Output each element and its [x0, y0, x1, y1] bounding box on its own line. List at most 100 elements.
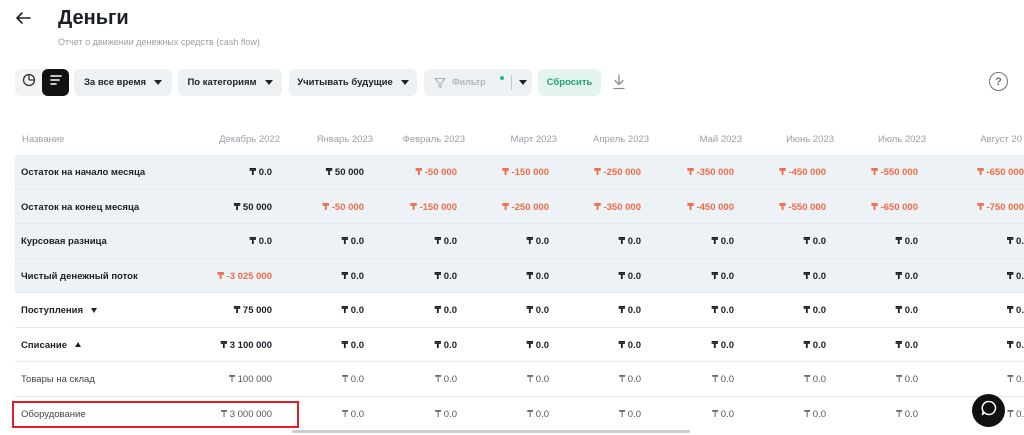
row-cell: ₸ 0.0: [341, 339, 364, 351]
chat-bubble-icon: [980, 399, 998, 422]
view-toggle: [15, 69, 69, 96]
row-cell: ₸ 0.0: [249, 236, 272, 247]
row-name: Остаток на конец месяца: [21, 201, 140, 213]
row-cell: ₸ 0.0: [341, 236, 364, 247]
row-cell: ₸ -150 000: [410, 201, 457, 213]
table-row[interactable]: Списание ₸ 3 100 000 ₸ 0.0 ₸ 0.0 ₸ 0.0 ₸…: [15, 328, 1024, 362]
clock-chart-icon: [22, 73, 36, 92]
row-cell: ₸ 0.: [1006, 270, 1024, 282]
row-cell: ₸ 0.0: [618, 339, 641, 351]
row-cell: ₸ 0.0: [434, 339, 457, 351]
row-cell: ₸ 100 000: [228, 374, 272, 385]
column-header-month: Март 2023: [510, 134, 557, 145]
toolbar: За все время По категориям Учитывать буд…: [15, 69, 1015, 96]
row-cell: ₸ 0.0: [342, 374, 364, 385]
list-view-button[interactable]: [42, 69, 69, 96]
row-cell: ₸ -550 000: [779, 201, 826, 213]
chat-button[interactable]: [972, 394, 1005, 427]
download-icon[interactable]: [612, 73, 626, 91]
row-cell: ₸ 0.0: [804, 408, 826, 420]
row-cell: ₸ -350 000: [594, 201, 641, 213]
row-cell: ₸ -650 000: [977, 167, 1024, 178]
row-cell: ₸ 0.0: [618, 305, 641, 316]
row-cell: ₸ 0.0: [895, 270, 918, 282]
row-cell: ₸ 0.0: [895, 339, 918, 351]
row-name: Чистый денежный поток: [21, 270, 138, 282]
row-cell: ₸ 0.0: [526, 339, 549, 351]
row-cell: ₸ 0.0: [435, 408, 457, 420]
row-cell: ₸ -50 000: [415, 167, 457, 178]
filter-dropdown[interactable]: Фильтр: [424, 69, 532, 96]
table-row[interactable]: Курсовая разница ₸ 0.0 ₸ 0.0 ₸ 0.0 ₸ 0.0…: [15, 224, 1024, 259]
filter-label: Фильтр: [452, 77, 486, 87]
page-subtitle: Отчет о движении денежных средств (cash …: [58, 37, 260, 47]
row-cell: ₸ 0.0: [804, 374, 826, 385]
row-cell: ₸ -150 000: [502, 167, 549, 178]
column-header-month: Июнь 2023: [786, 134, 834, 145]
filter-active-dot: [500, 76, 504, 80]
row-cell: ₸ 3 100 000: [220, 339, 272, 351]
future-dropdown-label: Учитывать будущие: [297, 77, 393, 88]
row-name[interactable]: Списание: [21, 340, 81, 351]
period-dropdown-label: За все время: [83, 77, 147, 88]
row-cell: ₸ 0.0: [341, 305, 364, 316]
collapse-up-icon[interactable]: [74, 342, 81, 348]
caret-down-icon[interactable]: [519, 80, 527, 85]
row-cell: ₸ 0.0: [341, 270, 364, 282]
grouping-dropdown[interactable]: По категориям: [178, 69, 282, 96]
row-name: Курсовая разница: [21, 236, 107, 247]
table-row[interactable]: Чистый денежный поток ₸ -3 025 000 ₸ 0.0…: [15, 258, 1024, 293]
row-cell: ₸ 0.0: [619, 374, 641, 385]
row-cell: ₸ 0.0: [711, 270, 734, 282]
page-title: Деньги: [58, 7, 129, 29]
row-cell: ₸ 0.0: [803, 270, 826, 282]
row-cell: ₸ 0.0: [896, 408, 918, 420]
period-dropdown[interactable]: За все время: [74, 69, 172, 96]
chart-view-button[interactable]: [15, 69, 42, 96]
row-cell: ₸ 0.0: [526, 270, 549, 282]
row-cell: ₸ 0.0: [434, 305, 457, 316]
row-cell: ₸ 0.0: [711, 236, 734, 247]
row-cell: ₸ 0.0: [434, 236, 457, 247]
row-cell: ₸ -350 000: [687, 167, 734, 178]
row-cell: ₸ 0.0: [803, 305, 826, 316]
row-cell: ₸ 0.0: [803, 236, 826, 247]
row-cell: ₸ -650 000: [871, 201, 918, 213]
row-cell: ₸ -3 025 000: [217, 270, 272, 282]
back-arrow-icon[interactable]: [14, 9, 34, 29]
column-header-month: Апрель 2023: [593, 134, 649, 145]
future-dropdown[interactable]: Учитывать будущие: [289, 69, 417, 96]
help-button[interactable]: ?: [989, 72, 1008, 91]
table-row[interactable]: Товары на склад ₸ 100 000 ₸ 0.0 ₸ 0.0 ₸ …: [15, 362, 1024, 397]
table-row[interactable]: Поступления ₸ 75 000 ₸ 0.0 ₸ 0.0 ₸ 0.0 ₸…: [15, 293, 1024, 328]
row-cell: ₸ 0.0: [712, 374, 734, 385]
row-cell: ₸ 0.0: [896, 374, 918, 385]
row-cell: ₸ 0.0: [526, 236, 549, 247]
table-row[interactable]: Остаток на конец месяца ₸ 50 000 ₸ -50 0…: [15, 189, 1024, 224]
row-name-label: Списание: [21, 339, 67, 351]
highlight-box: [12, 401, 299, 428]
table-row[interactable]: Остаток на начало месяца ₸ 0.0 ₸ 50 000 …: [15, 155, 1024, 190]
row-cell: ₸ 0.0: [435, 374, 457, 385]
row-cell: ₸ 0.0: [712, 408, 734, 420]
expand-down-icon[interactable]: [91, 307, 98, 313]
row-name: Остаток на начало месяца: [21, 167, 146, 178]
row-cell: ₸ -750 000: [977, 201, 1024, 213]
row-cell: ₸ 0.0: [803, 339, 826, 351]
caret-down-icon: [400, 80, 409, 85]
column-header-name: Название: [22, 134, 65, 145]
row-cell: ₸ 0.0: [527, 374, 549, 385]
row-name[interactable]: Поступления: [21, 305, 98, 316]
row-cell: ₸ -50 000: [322, 201, 364, 213]
reset-button[interactable]: Сбросить: [538, 69, 601, 96]
row-cell: ₸ 0.0: [895, 236, 918, 247]
row-cell: ₸ 0.0: [618, 236, 641, 247]
row-cell: ₸ 0.: [1007, 408, 1024, 420]
horizontal-scrollbar[interactable]: [292, 430, 690, 433]
row-cell: ₸ 0.0: [527, 408, 549, 420]
row-cell: ₸ 0.0: [434, 270, 457, 282]
row-cell: ₸ -550 000: [871, 167, 918, 178]
question-icon: ?: [995, 75, 1002, 88]
row-cell: ₸ -450 000: [687, 201, 734, 213]
column-header-month: Май 2023: [699, 134, 742, 145]
